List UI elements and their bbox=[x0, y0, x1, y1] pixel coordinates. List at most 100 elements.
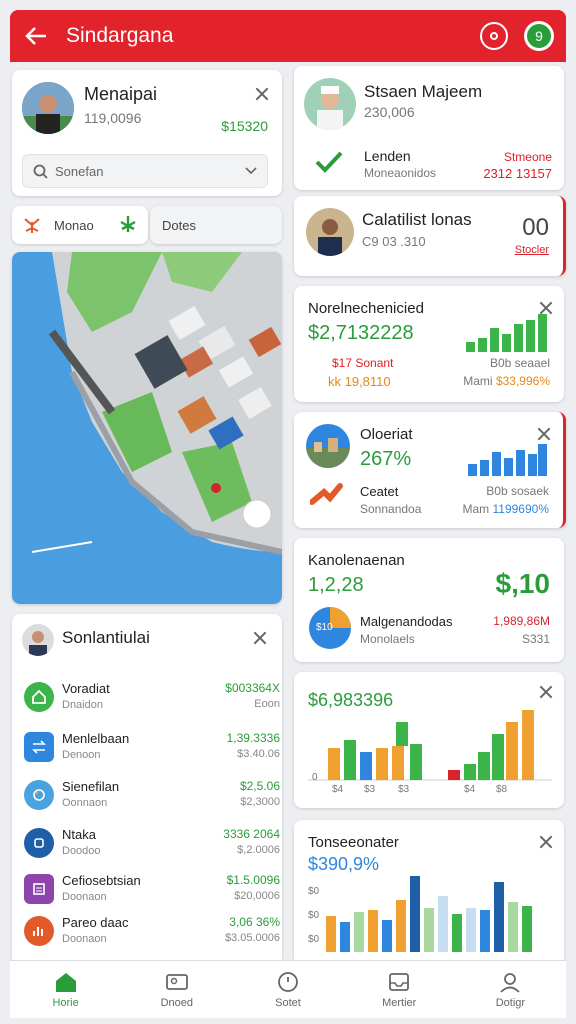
nav-dnoed-label: Dnoed bbox=[160, 996, 194, 1009]
list-card: Sonlantiulai Voradiat Dnaidon $003364X E… bbox=[12, 614, 282, 960]
grouped-title: Tonseeonater bbox=[308, 834, 399, 851]
app-bar: Sindargana 9 bbox=[10, 10, 566, 62]
list-item-amount-sub: $,2.0006 bbox=[237, 844, 280, 856]
list-item-title: Pareo daac bbox=[62, 915, 129, 930]
right-profile-amount-sub: 2312 13157 bbox=[483, 166, 552, 181]
city-row-sub: Sonnandoa bbox=[360, 502, 422, 516]
search-placeholder: Sonefan bbox=[55, 164, 104, 179]
profile-icon bbox=[500, 972, 521, 993]
notification-icon[interactable] bbox=[480, 22, 508, 50]
list-item[interactable]: Pareo daac Doonaon 3,06 36% $3.05.0006 bbox=[24, 912, 280, 952]
nav-mertier[interactable]: Mertier bbox=[344, 961, 455, 1018]
pie-row-label: Malgenandodas bbox=[360, 614, 453, 629]
pie-big-value: $,10 bbox=[495, 568, 551, 599]
document-icon bbox=[24, 874, 54, 904]
swap-icon bbox=[24, 732, 54, 762]
list-item-amount: $2,5.06 bbox=[239, 779, 280, 793]
city-row-label: Ceatet bbox=[360, 484, 399, 499]
stats-row1-right: B0b seaael bbox=[489, 356, 550, 370]
stats-bar-chart bbox=[466, 314, 547, 352]
profile-name: Menaipai bbox=[84, 84, 158, 104]
stats-card: Norelnechenicied $2,7132228 $17 Sonant B… bbox=[294, 286, 564, 402]
home-icon bbox=[24, 682, 54, 712]
list-item[interactable]: Voradiat Dnaidon $003364X Eoon bbox=[24, 678, 280, 718]
list-avatar bbox=[22, 624, 54, 656]
list-item-sub: Dnaidon bbox=[62, 699, 103, 711]
profile-sub: 119,0096 bbox=[84, 110, 142, 126]
bars-card: $6,983396 0 $4 $3 $3 $4 $8 bbox=[294, 672, 564, 808]
right-profile-amount: Stmeone bbox=[503, 150, 552, 164]
chip-dotes-label: Dotes bbox=[162, 218, 196, 233]
city-right-prefix: Mam bbox=[462, 502, 490, 516]
search-input[interactable]: Sonefan bbox=[22, 154, 268, 188]
person-avatar bbox=[306, 208, 354, 256]
pie-row-sub: Monolaels bbox=[360, 632, 415, 646]
leaf-icon bbox=[118, 214, 138, 239]
svg-text:9: 9 bbox=[535, 28, 543, 44]
profile-card: Menaipai 119,0096 $15320 Sonefan bbox=[12, 70, 282, 196]
right-profile-label: Lenden bbox=[364, 148, 411, 164]
close-icon[interactable] bbox=[538, 834, 554, 850]
close-icon[interactable] bbox=[536, 426, 552, 442]
stats-value: $2,7132228 bbox=[308, 322, 414, 344]
list-item-title: Menlelbaan bbox=[62, 731, 130, 746]
list-item-amount: 3,06 36% bbox=[229, 915, 280, 929]
list-item[interactable]: Sienefilan Oonnaon $2,5.06 $2,3000 bbox=[24, 776, 280, 816]
bars-x-label: $3 bbox=[398, 784, 410, 795]
nav-sotet[interactable]: Sotet bbox=[232, 961, 343, 1018]
close-icon[interactable] bbox=[538, 684, 554, 700]
home-icon bbox=[55, 972, 76, 992]
list-item-title: Sienefilan bbox=[62, 779, 120, 794]
close-icon[interactable] bbox=[252, 630, 268, 646]
profile-amount: $15320 bbox=[221, 118, 268, 134]
pie-row-right: 1,989,86M bbox=[493, 614, 550, 628]
back-arrow-icon[interactable] bbox=[22, 22, 50, 50]
list-item-sub: Doodoo bbox=[62, 845, 101, 857]
nav-dnoed[interactable]: Dnoed bbox=[121, 961, 232, 1018]
pie-title: Kanolenaenan bbox=[308, 552, 405, 569]
list-item[interactable]: Ntaka Doodoo 3336 2064 $,2.0006 bbox=[24, 824, 280, 864]
chip-monao-label: Monao bbox=[54, 218, 94, 233]
stats-row2-prefix: Mami bbox=[463, 374, 493, 388]
list-item-sub: Denoon bbox=[62, 749, 101, 761]
city-avatar bbox=[306, 424, 350, 468]
grouped-y-label: $0 bbox=[308, 886, 320, 897]
list-item-amount: 3336 2064 bbox=[223, 827, 280, 841]
search-icon bbox=[33, 164, 48, 179]
bars-y-zero: 0 bbox=[312, 772, 318, 783]
person-card[interactable]: Calatilist lonas C9 03 .310 00 Stocler bbox=[294, 196, 566, 276]
person-link[interactable]: Stocler bbox=[515, 244, 549, 256]
right-profile-card: Stsaen Majeem 230,006 Lenden Moneaonidos… bbox=[294, 66, 564, 190]
list-item[interactable]: Menlelbaan Denoon 1,39.3336 $3.40.06 bbox=[24, 728, 280, 768]
list-item[interactable]: Cefiosebtsian Doonaon $1.5.0096 $20,0006 bbox=[24, 870, 280, 910]
list-item-amount: 1,39.3336 bbox=[226, 731, 280, 745]
list-item-amount-sub: Eoon bbox=[254, 698, 280, 710]
right-profile-avatar bbox=[304, 78, 356, 130]
bottom-nav: Horie Dnoed Sotet Mertier Dotigr bbox=[10, 960, 566, 1018]
bars-chart bbox=[308, 710, 552, 781]
profile-avatar bbox=[22, 82, 74, 134]
check-icon bbox=[315, 151, 343, 173]
stats-title: Norelnechenicied bbox=[308, 300, 424, 317]
nav-home[interactable]: Horie bbox=[10, 961, 121, 1018]
nav-sotet-label: Sotet bbox=[275, 996, 301, 1009]
list-item-sub: Doonaon bbox=[62, 891, 107, 903]
nav-dotigr-label: Dotigr bbox=[495, 996, 526, 1009]
list-item-amount: $003364X bbox=[225, 681, 280, 695]
city-right-value: 1199690% bbox=[492, 502, 550, 516]
plant-icon bbox=[24, 218, 40, 233]
profile-avatar-icon[interactable]: 9 bbox=[524, 21, 554, 51]
pie-row-right-sub: S331 bbox=[521, 632, 550, 646]
bars-x-label: $4 bbox=[332, 784, 344, 795]
nav-dotigr[interactable]: Dotigr bbox=[455, 961, 566, 1018]
clock-icon bbox=[278, 971, 298, 992]
list-item-sub: Doonaon bbox=[62, 933, 107, 945]
map-view[interactable] bbox=[12, 252, 282, 604]
person-name: Calatilist lonas bbox=[362, 210, 472, 229]
close-icon[interactable] bbox=[254, 86, 270, 102]
photos-icon bbox=[165, 973, 188, 990]
stats-row2-left: kk 19,8110 bbox=[328, 374, 391, 389]
grouped-bars-chart bbox=[326, 876, 532, 952]
pie-value: 1,2,28 bbox=[308, 574, 364, 596]
chip-dotes[interactable]: Dotes bbox=[150, 206, 282, 244]
